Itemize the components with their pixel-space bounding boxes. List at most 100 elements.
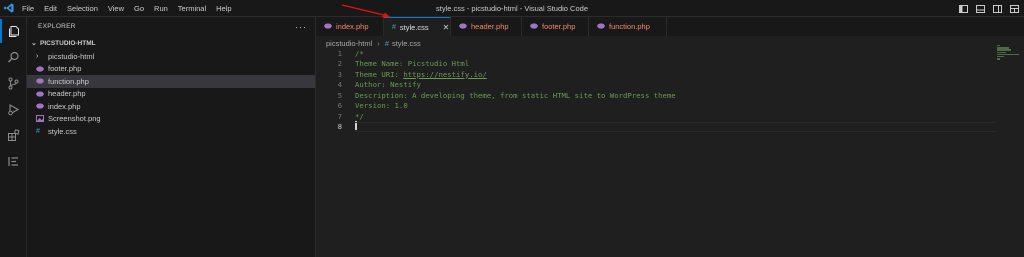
tab-function-php[interactable]: function.php [589,17,667,36]
tab-label: footer.php [542,22,576,31]
php-icon [459,22,467,31]
code-line-current: 8 [316,121,1006,132]
tree-item-label: footer.php [48,64,82,74]
code-text: Author: Nestify [355,80,421,90]
workspace-folder-label: PICSTUDIO-HTML [40,39,96,47]
code-text: Version: 1.0 [355,101,408,111]
menu-view[interactable]: View [108,4,124,13]
line-number: 4 [337,80,342,90]
tree-item-label: index.php [48,101,81,111]
code-line: 4 Author: Nestify [316,80,1006,91]
line-number: 3 [337,69,342,79]
tree-item-label: style.css [48,126,77,136]
tree-file-index-php[interactable]: index.php [27,100,315,113]
minimap-line [997,47,1009,49]
more-actions-icon[interactable]: ··· [295,22,307,32]
tree-file-screenshot-png[interactable]: Screenshot.png [27,113,315,126]
editor-tabs: index.php # style.css ✕ header.php foote… [316,17,1024,36]
menu-edit[interactable]: Edit [44,4,57,13]
minimap-line [997,53,1019,56]
code-text: Theme Name: Picstudio Html [355,59,470,69]
tree-file-header-php[interactable]: header.php [27,88,315,101]
menu-go[interactable]: Go [134,4,144,13]
php-icon [36,103,46,109]
css-icon: # [392,23,396,31]
breadcrumb-file[interactable]: style.css [392,39,421,48]
minimap[interactable] [997,45,1021,65]
current-line-highlight [354,121,996,132]
code-text: Description: A developing theme, from st… [355,90,676,100]
menu-selection[interactable]: Selection [67,4,98,13]
tab-label: header.php [471,22,509,31]
code-text: Theme URI: https://nestify.io/ [355,70,487,79]
line-number: 5 [337,90,342,100]
explorer-icon[interactable] [0,19,27,43]
css-icon: # [384,39,389,48]
php-icon [597,22,605,31]
line-number: 1 [337,48,342,58]
php-icon [530,22,538,31]
customize-layout-icon[interactable] [1007,0,1021,17]
image-icon [36,115,46,123]
toggle-primary-sidebar-icon[interactable] [956,0,970,17]
tree-item-label: picstudio-html [48,51,95,61]
line-number: 8 [337,122,342,132]
code-line: 7 */ [316,111,1006,122]
code-line: 1 /* [316,48,1006,59]
explorer-sidebar: EXPLORER ··· ⌄ PICSTUDIO-HTML › picstudi… [27,17,316,257]
chevron-down-icon: ⌄ [31,40,37,47]
tab-label: style.css [399,22,429,32]
php-icon [324,22,332,31]
line-number: 2 [337,59,342,69]
tab-label: index.php [336,22,369,31]
breadcrumb-folder[interactable]: picstudio-html [326,39,372,48]
menu-run[interactable]: Run [154,4,168,13]
tree-item-label: Screenshot.png [48,114,101,124]
explorer-title: EXPLORER [38,23,76,30]
menu-terminal[interactable]: Terminal [178,4,206,13]
code-line: 6 Version: 1.0 [316,101,1006,112]
code-line: 3 Theme URI: https://nestify.io/ [316,69,1006,80]
toggle-secondary-sidebar-icon[interactable] [990,0,1004,17]
php-icon [36,66,46,72]
tree-file-function-php[interactable]: function.php [27,75,315,88]
minimap-line [997,45,1000,47]
minimap-line [997,58,1000,60]
workspace-folder-header[interactable]: ⌄ PICSTUDIO-HTML [27,36,315,50]
tab-footer-php[interactable]: footer.php [522,17,589,36]
tree-file-style-css[interactable]: # style.css [27,125,315,138]
extensions-icon[interactable] [0,123,27,147]
menu-file[interactable]: File [22,4,34,13]
menu-help[interactable]: Help [216,4,231,13]
minimap-line [997,51,1006,53]
line-number: 6 [337,101,342,111]
toggle-panel-icon[interactable] [973,0,987,17]
chevron-right-icon: › [377,39,380,48]
theme-uri-link[interactable]: https://nestify.io/ [403,70,486,79]
activity-bar [0,17,27,257]
menu-bar: File Edit Selection View Go Run Terminal… [22,4,242,13]
tree-item-label: header.php [48,89,86,99]
code-text: /* [355,48,364,58]
source-control-icon[interactable] [0,71,27,95]
close-tab-icon[interactable]: ✕ [443,23,450,32]
code-line: 2 Theme Name: Picstudio Html [316,59,1006,70]
outline-view-icon[interactable] [0,149,27,173]
tree-file-footer-php[interactable]: footer.php [27,63,315,76]
css-icon: # [36,127,40,135]
annotation-arrow-icon [341,4,390,18]
php-icon [36,91,46,97]
tree-item-label: function.php [48,76,89,86]
code-text: */ [355,111,364,121]
code-editor[interactable]: 1 /* 2 Theme Name: Picstudio Html 3 Them… [316,48,1006,257]
title-bar: File Edit Selection View Go Run Terminal… [0,0,1024,17]
tree-folder-picstudio-html[interactable]: › picstudio-html [27,50,315,63]
run-debug-icon[interactable] [0,97,27,121]
code-line: 5 Description: A developing theme, from … [316,90,1006,101]
tab-label: function.php [609,22,650,31]
minimap-line [997,49,1011,51]
tab-header-php[interactable]: header.php [451,17,522,36]
search-icon[interactable] [0,45,27,69]
chevron-right-icon: › [36,52,39,60]
layout-controls [956,0,1024,17]
